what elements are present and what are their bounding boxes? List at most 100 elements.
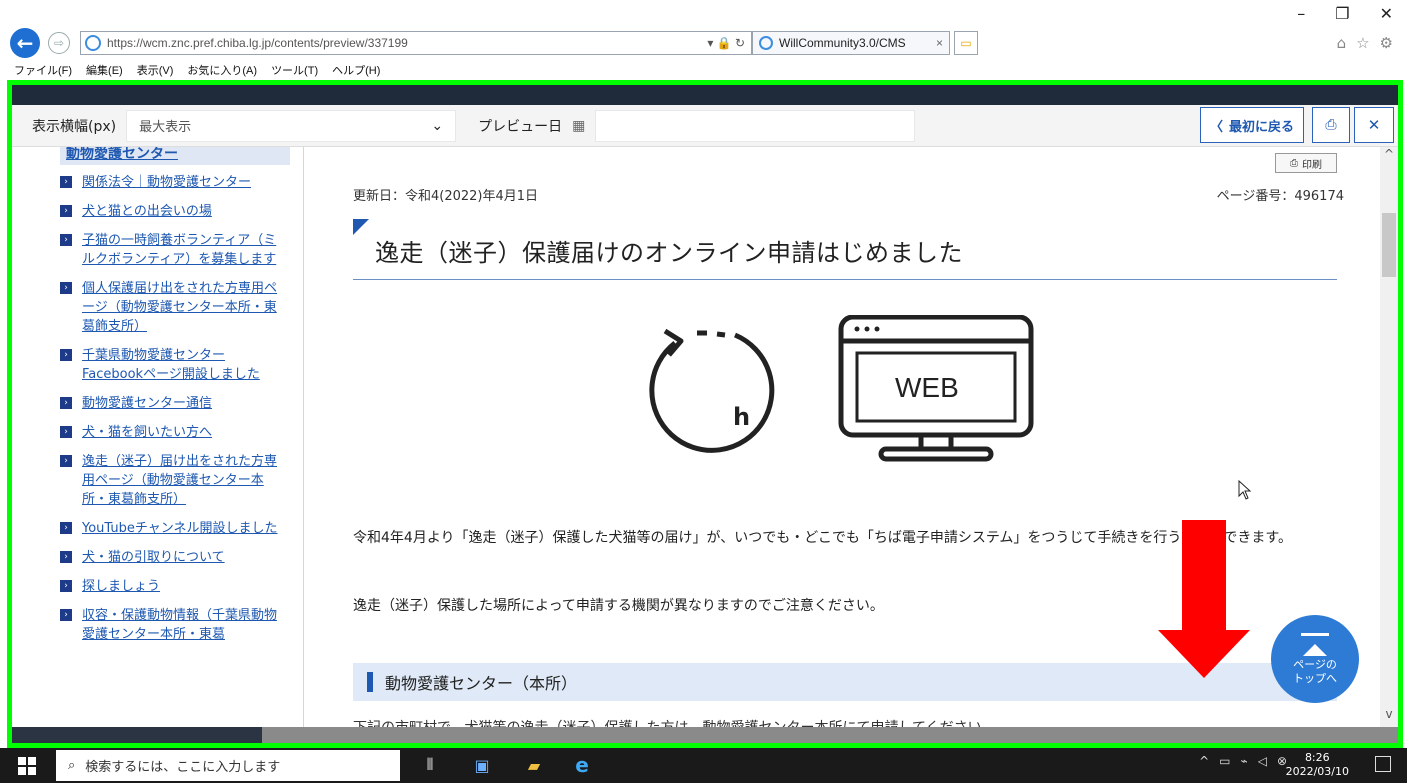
forward-arrow-icon[interactable]: ⇨ (48, 32, 70, 54)
preview-date-input[interactable] (595, 109, 916, 142)
print-icon[interactable]: ⎙ (1312, 107, 1350, 143)
back-to-first-label: 最初に戻る (1229, 119, 1295, 135)
tab-close-icon[interactable]: × (936, 36, 943, 50)
address-bar[interactable]: https://wcm.znc.pref.chiba.lg.jp/content… (80, 31, 752, 55)
favorites-star-icon[interactable]: ☆ (1356, 34, 1369, 52)
page-title: 逸走（迷子）保護届けのオンライン申請はじめました (375, 239, 963, 267)
nav-item[interactable]: › 個人保護届け出をされた方専用ページ（動物愛護センター本所・東葛飾支所） (60, 279, 280, 336)
settings-gear-icon[interactable]: ⚙ (1380, 34, 1393, 52)
windows-start-icon[interactable] (18, 757, 36, 775)
tab-favicon-icon (759, 36, 773, 50)
nav-bullet-icon: › (60, 426, 72, 438)
clock-time: 8:26 (1304, 751, 1330, 764)
nav-item[interactable]: › 犬・猫を飼いたい方へ (60, 423, 280, 442)
nav-link[interactable]: 逸走（迷子）届け出をされた方専用ページ（動物愛護センター本所・東葛飾支所） (82, 452, 280, 509)
nav-bullet-icon: › (60, 455, 72, 467)
scroll-down-icon[interactable]: v (1380, 707, 1398, 723)
menu-tools[interactable]: ツール(T) (271, 62, 318, 78)
vertical-scrollbar[interactable]: ^ v (1380, 147, 1398, 727)
menu-bar: ファイル(F) 編集(E) 表示(V) お気に入り(A) ツール(T) ヘルプ(… (14, 62, 380, 78)
nav-item[interactable]: › 探しましょう (60, 577, 280, 596)
nav-bullet-icon: › (60, 397, 72, 409)
internet-explorer-icon[interactable]: e (570, 753, 594, 777)
nav-item[interactable]: › 千葉県動物愛護センターFacebookページ開設しました (60, 346, 280, 384)
nav-link[interactable]: 収容・保護動物情報（千葉県動物愛護センター本所・東葛 (82, 606, 280, 644)
width-select-value: 最大表示 (139, 120, 192, 135)
scroll-up-icon[interactable]: ^ (1380, 147, 1398, 163)
nav-item[interactable]: › 関係法令｜動物愛護センター (60, 173, 280, 192)
refresh-lock-icons[interactable]: ▾ 🔒 ↻ (707, 36, 745, 50)
page-number: ページ番号：496174 (1216, 189, 1344, 204)
nav-header[interactable]: 動物愛護センター (60, 147, 290, 165)
print-label: 印刷 (1302, 159, 1322, 171)
nav-link[interactable]: 動物愛護センター通信 (82, 394, 212, 413)
print-button[interactable]: ⎙ 印刷 (1275, 153, 1337, 173)
task-view-icon[interactable]: ⫴ (418, 754, 442, 776)
nav-bullet-icon: › (60, 176, 72, 188)
nav-link[interactable]: 子猫の一時飼養ボランティア（ミルクボランティア）を募集します (82, 231, 280, 269)
24h-clock-icon: h (649, 328, 775, 453)
nav-item[interactable]: › 犬・猫の引取りについて (60, 548, 280, 567)
updated-date: 更新日：令和4(2022)年4月1日 (353, 189, 539, 204)
clock-date: 2022/03/10 (1285, 765, 1349, 778)
clock[interactable]: 8:26 2022/03/10 (1286, 751, 1349, 779)
back-arrow-icon[interactable]: ← (10, 28, 40, 58)
page-top-button[interactable]: ページの トップへ (1271, 615, 1359, 703)
nav-link[interactable]: 犬・猫の引取りについて (82, 548, 225, 567)
file-explorer-icon[interactable]: ▰ (522, 754, 546, 776)
nav-bullet-icon: › (60, 349, 72, 361)
menu-file[interactable]: ファイル(F) (14, 62, 72, 78)
new-tab-icon[interactable]: ▭ (954, 31, 978, 55)
nav-item[interactable]: › 犬と猫との出会いの場 (60, 202, 280, 221)
width-select[interactable]: 最大表示 ⌄ (126, 109, 457, 142)
nav-item[interactable]: › YouTubeチャンネル開設しました (60, 519, 280, 538)
close-button[interactable]: ✕ (1380, 4, 1393, 23)
taskbar-search[interactable]: ⌕ 検索するには、ここに入力します (56, 750, 400, 781)
nav-bullet-icon: › (60, 609, 72, 621)
nav-bullet-icon: › (60, 551, 72, 563)
search-placeholder: 検索するには、ここに入力します (85, 760, 281, 775)
nav-link[interactable]: 探しましょう (82, 577, 160, 596)
nav-bullet-icon: › (60, 580, 72, 592)
network-icon[interactable]: ⌁ (1240, 754, 1247, 768)
nav-item[interactable]: › 逸走（迷子）届け出をされた方専用ページ（動物愛護センター本所・東葛飾支所） (60, 452, 280, 509)
app-icon[interactable]: ▣ (470, 754, 494, 776)
menu-favorites[interactable]: お気に入り(A) (187, 62, 257, 78)
hero-h: h (733, 403, 750, 431)
width-label: 表示横幅(px) (32, 118, 117, 135)
up-arrow-icon (1303, 643, 1327, 656)
horizontal-scrollbar[interactable] (12, 727, 1398, 743)
nav-link[interactable]: 関係法令｜動物愛護センター (82, 173, 251, 192)
collapse-icon[interactable]: ✕ (1354, 107, 1394, 143)
scroll-thumb[interactable] (1382, 213, 1396, 277)
nav-item[interactable]: › 動物愛護センター通信 (60, 394, 280, 413)
nav-link[interactable]: 犬と猫との出会いの場 (82, 202, 212, 221)
nav-link[interactable]: YouTubeチャンネル開設しました (82, 519, 277, 538)
restore-button[interactable]: ❐ (1335, 4, 1349, 23)
home-icon[interactable]: ⌂ (1337, 34, 1347, 52)
browser-tab[interactable]: WillCommunity3.0/CMS × (752, 31, 950, 55)
minimize-button[interactable]: – (1297, 4, 1305, 23)
hero-web: WEB (895, 372, 959, 403)
menu-view[interactable]: 表示(V) (137, 62, 174, 78)
web-monitor-icon: WEB (838, 315, 1034, 462)
nav-link[interactable]: 犬・猫を飼いたい方へ (82, 423, 212, 442)
nav-link[interactable]: 千葉県動物愛護センターFacebookページ開設しました (82, 346, 280, 384)
browser-toolbar-icons: ⌂ ☆ ⚙ (1337, 34, 1393, 52)
preview-date-label: プレビュー日 (478, 118, 563, 135)
nav-item[interactable]: › 子猫の一時飼養ボランティア（ミルクボランティア）を募集します (60, 231, 280, 269)
volume-icon[interactable]: ◁ (1258, 754, 1267, 768)
battery-icon[interactable]: ▭ (1219, 754, 1230, 768)
tab-title: WillCommunity3.0/CMS (779, 36, 906, 50)
calendar-icon[interactable]: ▦ (572, 118, 585, 134)
notification-icon[interactable] (1375, 756, 1391, 772)
red-down-arrow-icon (1158, 520, 1250, 678)
tray-chevron-icon[interactable]: ^ (1199, 754, 1209, 768)
hscroll-thumb[interactable] (12, 727, 262, 743)
nav-item[interactable]: › 収容・保護動物情報（千葉県動物愛護センター本所・東葛 (60, 606, 280, 644)
back-to-first-button[interactable]: 〈 最初に戻る (1200, 107, 1304, 143)
nav-list: › 関係法令｜動物愛護センター › 犬と猫との出会いの場 › 子猫の一時飼養ボランティ… (60, 173, 280, 654)
nav-link[interactable]: 個人保護届け出をされた方専用ページ（動物愛護センター本所・東葛飾支所） (82, 279, 280, 336)
menu-edit[interactable]: 編集(E) (86, 62, 123, 78)
menu-help[interactable]: ヘルプ(H) (332, 62, 380, 78)
